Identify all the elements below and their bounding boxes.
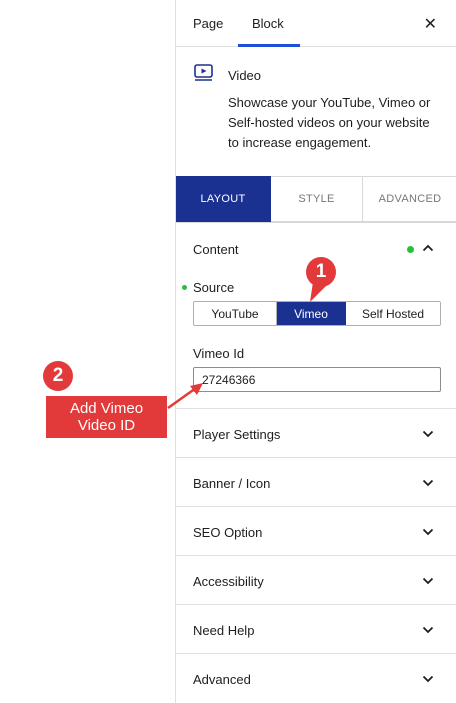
video-icon: [194, 64, 213, 81]
section-advanced[interactable]: Advanced: [176, 653, 456, 702]
source-vimeo-button[interactable]: Vimeo: [277, 302, 346, 325]
chevron-up-icon[interactable]: [422, 242, 434, 254]
chevron-down-icon: [422, 626, 434, 634]
section-label: Accessibility: [193, 574, 264, 589]
section-label: SEO Option: [193, 525, 263, 540]
tab-advanced[interactable]: ADVANCED: [363, 176, 456, 222]
sidebar-tabs: Page Block ✕: [176, 0, 456, 47]
vimeo-id-input[interactable]: [193, 367, 441, 392]
chevron-down-icon: [422, 528, 434, 536]
panel-tabs: LAYOUT STYLE ADVANCED: [176, 176, 456, 223]
block-title: Video: [228, 68, 262, 83]
active-tab-indicator: [238, 44, 300, 47]
step-badge-2: 2: [43, 361, 73, 391]
tab-page[interactable]: Page: [193, 16, 223, 31]
content-title: Content: [193, 242, 239, 257]
source-self-hosted-button[interactable]: Self Hosted: [346, 302, 440, 325]
block-description: Showcase your YouTube, Vimeo or Self-hos…: [228, 95, 431, 150]
annotation-callout: Add Vimeo Video ID: [46, 396, 167, 438]
tab-style[interactable]: STYLE: [271, 176, 363, 222]
callout-line-2: Video ID: [77, 417, 136, 434]
close-icon[interactable]: ✕: [424, 14, 437, 34]
callout-line-1: Add Vimeo: [69, 400, 144, 417]
source-label: Source: [193, 280, 235, 295]
block-card: Video Showcase your YouTube, Vimeo or Se…: [176, 48, 456, 176]
section-player-settings[interactable]: Player Settings: [176, 408, 456, 457]
tab-layout[interactable]: LAYOUT: [176, 176, 271, 222]
chevron-down-icon: [422, 675, 434, 683]
source-youtube-button[interactable]: YouTube: [194, 302, 277, 325]
section-label: Banner / Icon: [193, 476, 271, 491]
vimeo-id-label: Vimeo Id: [193, 346, 245, 361]
chevron-down-icon: [422, 479, 434, 487]
chevron-down-icon: [422, 577, 434, 585]
tab-block[interactable]: Block: [252, 16, 284, 31]
section-label: Advanced: [193, 672, 251, 687]
section-seo-option[interactable]: SEO Option: [176, 506, 456, 555]
step-badge-1: 1: [306, 257, 336, 287]
section-need-help[interactable]: Need Help: [176, 604, 456, 653]
section-accessibility[interactable]: Accessibility: [176, 555, 456, 604]
modified-indicator: [182, 285, 187, 290]
chevron-down-icon: [422, 430, 434, 438]
modified-indicator: [407, 246, 414, 253]
canvas-area: [0, 0, 175, 703]
section-label: Need Help: [193, 623, 255, 638]
section-label: Player Settings: [193, 427, 281, 442]
source-selector: YouTube Vimeo Self Hosted: [193, 301, 441, 326]
section-banner-icon[interactable]: Banner / Icon: [176, 457, 456, 506]
settings-sidebar: Page Block ✕ Video Showcase your YouTube…: [175, 0, 456, 703]
